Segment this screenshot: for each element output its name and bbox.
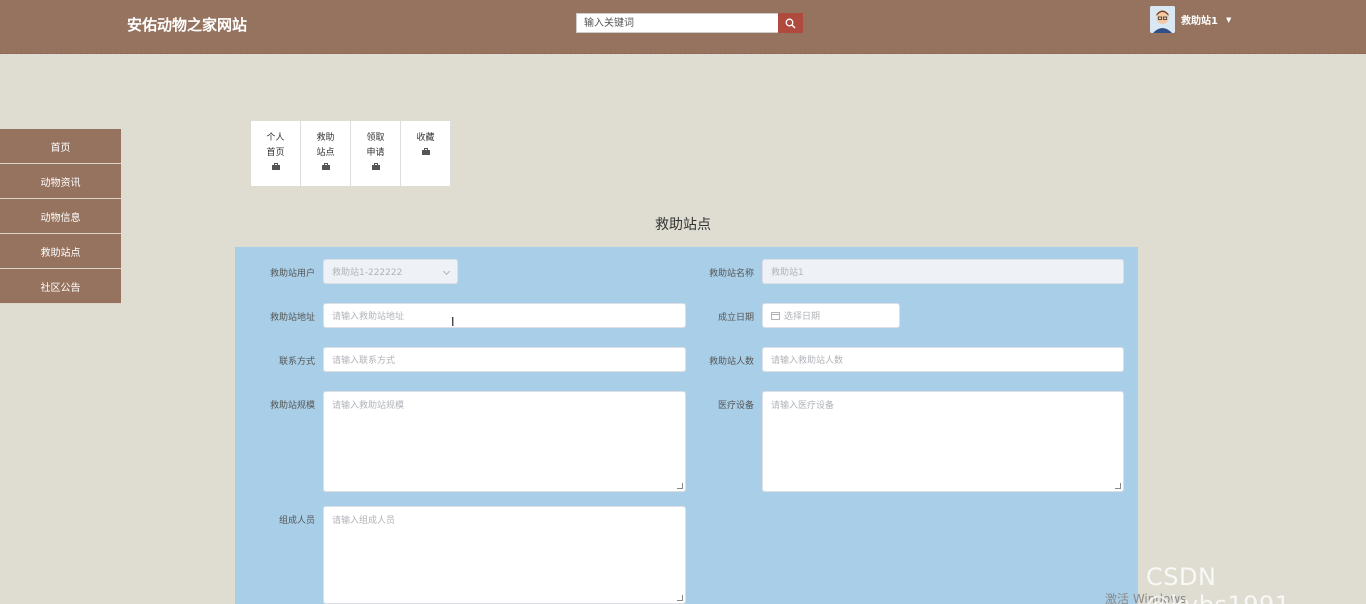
medical-equipment-label: 医疗设备: [717, 401, 754, 411]
calendar-icon: [771, 312, 780, 320]
medical-equipment-textarea[interactable]: 请输入医疗设备: [762, 391, 1124, 492]
tab-label: 领取申请: [366, 133, 385, 158]
members-label: 组成人员: [278, 516, 315, 526]
tab-favorites[interactable]: 收藏: [401, 121, 451, 186]
top-header: 安佑动物之家网站 救助站1 ▼: [0, 0, 1366, 54]
resize-handle[interactable]: [677, 595, 683, 601]
page-title: 救助站点: [655, 217, 711, 233]
search-input[interactable]: [576, 13, 778, 33]
station-address-label: 救助站地址: [269, 313, 315, 323]
medical-equipment-placeholder: 请输入医疗设备: [771, 401, 835, 411]
tab-label: 救助站点: [316, 133, 335, 158]
sidebar-item-home[interactable]: 首页: [0, 129, 121, 164]
station-name-field[interactable]: 救助站1: [762, 259, 1124, 284]
user-menu[interactable]: 救助站1 ▼: [1150, 6, 1231, 33]
station-name-label: 救助站名称: [708, 269, 754, 279]
station-user-select[interactable]: 救助站1-222222: [323, 259, 458, 284]
sidebar-item-community-notice[interactable]: 社区公告: [0, 269, 121, 304]
station-address-placeholder: 请输入救助站地址: [332, 312, 405, 322]
username[interactable]: 救助站1: [1181, 12, 1218, 27]
resize-handle[interactable]: [1115, 483, 1121, 489]
station-scale-label: 救助站规模: [269, 401, 315, 411]
briefcase-icon: [371, 163, 380, 170]
tab-personal-home[interactable]: 个人首页: [251, 121, 301, 186]
briefcase-icon: [421, 148, 430, 155]
contact-placeholder: 请输入联系方式: [332, 356, 396, 366]
founded-date-placeholder: 选择日期: [784, 312, 821, 322]
resize-handle[interactable]: [677, 483, 683, 489]
station-scale-textarea[interactable]: 请输入救助站规模: [323, 391, 686, 492]
search-button[interactable]: [778, 13, 803, 33]
sidebar-item-animal-news[interactable]: 动物资讯: [0, 164, 121, 199]
text-cursor-icon: I: [451, 315, 455, 329]
search-icon: [785, 18, 796, 28]
briefcase-icon: [321, 163, 330, 170]
contact-label: 联系方式: [278, 357, 315, 367]
station-name-value: 救助站1: [771, 268, 804, 278]
staff-count-input[interactable]: 请输入救助站人数: [762, 347, 1124, 372]
station-user-value: 救助站1-222222: [332, 268, 403, 278]
tab-rescue-station[interactable]: 救助站点: [301, 121, 351, 186]
site-title[interactable]: 安佑动物之家网站: [127, 14, 247, 35]
staff-count-placeholder: 请输入救助站人数: [771, 356, 844, 366]
staff-count-label: 救助站人数: [708, 357, 754, 367]
tab-adoption-requests[interactable]: 领取申请: [351, 121, 401, 186]
station-address-input[interactable]: 请输入救助站地址: [323, 303, 686, 328]
contact-input[interactable]: 请输入联系方式: [323, 347, 686, 372]
avatar[interactable]: [1150, 6, 1175, 33]
tab-label: 个人首页: [266, 133, 285, 158]
sidebar-item-rescue-station[interactable]: 救助站点: [0, 234, 121, 269]
station-scale-placeholder: 请输入救助站规模: [332, 401, 405, 411]
members-placeholder: 请输入组成人员: [332, 516, 396, 526]
briefcase-icon: [271, 163, 280, 170]
founded-date-picker[interactable]: 选择日期: [762, 303, 900, 328]
station-user-label: 救助站用户: [269, 269, 315, 279]
watermark: CSDN @kybs1991: [1146, 563, 1290, 604]
founded-date-label: 成立日期: [717, 313, 754, 323]
members-textarea[interactable]: 请输入组成人员: [323, 506, 686, 604]
profile-tabs: 个人首页 救助站点 领取申请 收藏: [251, 121, 451, 186]
chevron-down-icon: [442, 267, 451, 276]
tab-label: 收藏: [416, 133, 435, 143]
chevron-down-icon[interactable]: ▼: [1226, 16, 1231, 24]
search-bar: [576, 13, 803, 33]
